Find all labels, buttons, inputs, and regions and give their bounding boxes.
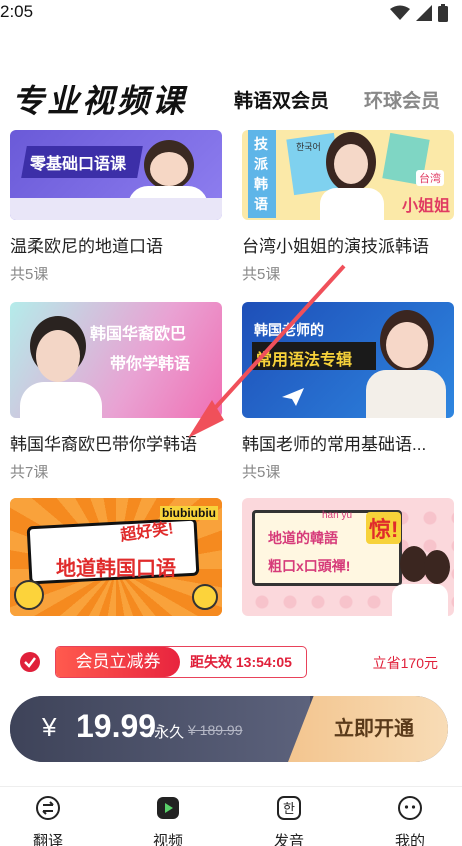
- nav-label: 翻译: [32, 833, 63, 846]
- nav-label: 视频: [152, 833, 183, 846]
- thumbnail-subtext: 常用语法专辑: [256, 352, 353, 369]
- nav-label: 我的: [394, 833, 425, 846]
- thumbnail-subtext: 地道韩国口语: [56, 558, 176, 580]
- coupon-label: 会员立减券: [56, 647, 180, 677]
- thumbnail-person: [424, 550, 450, 584]
- coupon-box[interactable]: 会员立减券 距失效 13:54:05: [55, 646, 307, 678]
- course-thumbnail[interactable]: 超好笑! 地道韩国口语 biubiubiu: [10, 498, 222, 616]
- page-title: 专业视频课: [12, 83, 188, 119]
- laughing-emoji-icon: [14, 580, 44, 610]
- thumbnail-text: 技派韩语: [254, 136, 268, 212]
- course-count: 共5课: [242, 266, 281, 283]
- header: 专业视频课 韩语双会员 环球会员: [0, 74, 462, 124]
- course-thumbnail[interactable]: 韩国老师的 常用语法专辑: [242, 302, 454, 418]
- activate-button[interactable]: 立即开通: [288, 696, 448, 762]
- thumbnail-text: 地道的韓語: [268, 530, 338, 546]
- nav-item-translate[interactable]: 翻译: [18, 795, 78, 846]
- status-time: 2:05: [0, 2, 34, 21]
- purchase-bar: ¥ 19.99 /永久 ¥ 189.99 立即开通: [10, 696, 448, 762]
- coupon-save: 立省170元: [372, 655, 438, 671]
- thumbnail-subtext: 带你学韩语: [110, 356, 191, 373]
- thumbnail-tag: 台湾: [416, 170, 444, 186]
- wifi-icon: [390, 5, 410, 20]
- svg-text:한: 한: [283, 802, 295, 817]
- coupon-check-icon[interactable]: [20, 652, 40, 672]
- profile-icon: [398, 796, 422, 820]
- nav-item-profile[interactable]: 我的: [380, 795, 440, 846]
- course-card[interactable]: 零基础口语课 温柔欧尼的地道口语 共5课: [10, 130, 222, 284]
- original-price: ¥ 189.99: [188, 722, 243, 738]
- course-count: 共5课: [10, 266, 49, 283]
- thumbnail-highlight: 小姐姐: [401, 198, 450, 215]
- status-bar: 2:05: [0, 0, 462, 26]
- course-card[interactable]: 技派韩语 한국어 台湾 小姐姐 台湾小姐姐的演技派韩语 共5课: [242, 130, 454, 284]
- battery-icon: [438, 4, 448, 22]
- thumbnail-tag: biubiubiu: [160, 506, 218, 520]
- tab-korean-double-member[interactable]: 韩语双会员: [234, 86, 329, 113]
- translate-icon: [36, 796, 60, 820]
- nav-label: 发音: [273, 833, 304, 846]
- thumbnail-korean-text: 한국어: [296, 142, 321, 152]
- course-count: 共5课: [242, 464, 281, 481]
- thumbnail-text: 韩国老师的: [254, 322, 324, 338]
- course-card[interactable]: 超好笑! 地道韩国口语 biubiubiu: [10, 498, 222, 616]
- course-card[interactable]: 韩国华裔欧巴 带你学韩语 韩国华裔欧巴带你学韩语 共7课: [10, 302, 222, 482]
- thumbnail-text: 零基础口语课: [30, 156, 127, 173]
- course-title: 台湾小姐姐的演技派韩语: [242, 237, 429, 256]
- course-thumbnail[interactable]: 地道的韓語 粗口x口頭禪! han yu 惊!: [242, 498, 454, 616]
- course-title: 韩国老师的常用基础语...: [242, 435, 427, 454]
- price-currency: ¥: [42, 712, 57, 742]
- coupon-expire: 距失效 13:54:05: [190, 654, 292, 670]
- status-icons: [390, 4, 448, 22]
- bottom-nav: 翻译 视频 한 发音 我的: [0, 786, 462, 846]
- tab-global-member[interactable]: 环球会员: [364, 86, 440, 113]
- video-icon: [157, 797, 179, 819]
- course-card[interactable]: 地道的韓語 粗口x口頭禪! han yu 惊!: [242, 498, 454, 616]
- course-grid[interactable]: 零基础口语课 温柔欧尼的地道口语 共5课 技派韩语 한국어 台湾 小姐姐 台湾小…: [0, 130, 462, 630]
- course-thumbnail[interactable]: 韩国华裔欧巴 带你学韩语: [10, 302, 222, 418]
- course-title: 韩国华裔欧巴带你学韩语: [10, 435, 197, 454]
- course-thumbnail[interactable]: 零基础口语课: [10, 130, 222, 220]
- price-panel: ¥ 19.99 /永久 ¥ 189.99: [10, 696, 310, 762]
- signal-icon: [416, 5, 432, 21]
- thumbnail-tag: han yu: [322, 510, 353, 521]
- course-card[interactable]: 韩国老师的 常用语法专辑 韩国老师的常用基础语... 共5课: [242, 302, 454, 482]
- laughing-emoji-icon: [192, 584, 218, 610]
- course-title: 温柔欧尼的地道口语: [10, 237, 163, 256]
- price-value: 19.99: [76, 708, 157, 744]
- activate-button-label: 立即开通: [334, 718, 414, 740]
- nav-item-video[interactable]: 视频: [138, 795, 198, 846]
- thumbnail-text: 韩国华裔欧巴: [90, 326, 187, 343]
- course-thumbnail[interactable]: 技派韩语 한국어 台湾 小姐姐: [242, 130, 454, 220]
- course-count: 共7课: [10, 464, 49, 481]
- paper-plane-icon: [282, 388, 304, 406]
- nav-item-pronunciation[interactable]: 한 发音: [259, 795, 319, 846]
- price-unit: /永久: [150, 724, 185, 741]
- pronunciation-icon: 한: [277, 796, 301, 820]
- thumbnail-highlight: 惊!: [366, 512, 402, 544]
- thumbnail-subtext: 粗口x口頭禪!: [268, 558, 351, 574]
- coupon-row: 会员立减券 距失效 13:54:05 立省170元: [0, 646, 462, 678]
